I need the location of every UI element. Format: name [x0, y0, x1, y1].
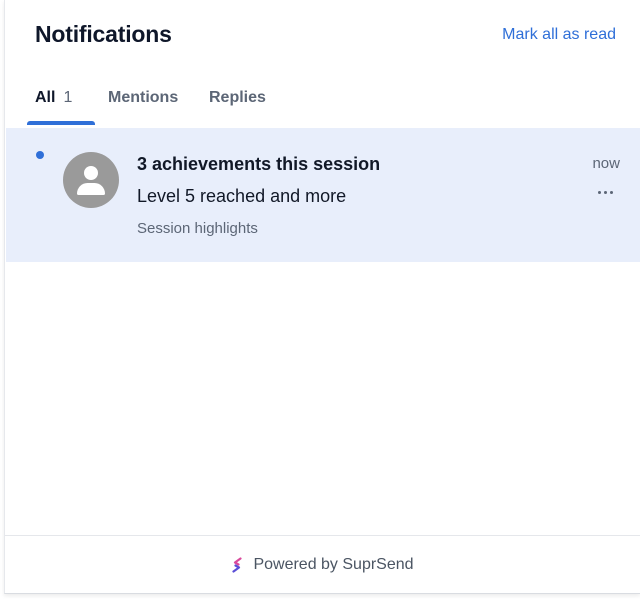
powered-by-label[interactable]: Powered by SuprSend	[253, 556, 413, 574]
tab-mentions[interactable]: Mentions	[108, 89, 209, 125]
active-tab-indicator	[27, 121, 95, 125]
avatar-body-shape	[77, 183, 105, 195]
unread-indicator-icon	[36, 151, 44, 159]
panel-title: Notifications	[35, 21, 172, 47]
notification-timestamp: now	[592, 155, 620, 172]
more-horizontal-icon	[597, 190, 613, 194]
notification-item[interactable]: 3 achievements this session Level 5 reac…	[6, 128, 640, 262]
tab-replies-label: Replies	[209, 89, 266, 106]
tab-all[interactable]: All 1	[27, 89, 110, 125]
tab-replies[interactable]: Replies	[209, 89, 279, 125]
notification-panel: Notifications Mark all as read All 1 Ment…	[4, 0, 640, 594]
more-options-button[interactable]	[594, 184, 616, 200]
notification-body: Level 5 reached and more	[137, 186, 347, 206]
user-avatar-icon	[63, 152, 119, 208]
notification-title: 3 achievements this session	[137, 154, 381, 174]
notification-subtext: Session highlights	[137, 220, 258, 237]
tab-all-label: All	[35, 89, 56, 106]
tab-mentions-label: Mentions	[108, 89, 179, 106]
footer: Powered by SuprSend	[5, 536, 640, 593]
tab-bar: All 1 Mentions Replies	[27, 89, 279, 125]
avatar-head-shape	[84, 166, 98, 180]
mark-all-read-button[interactable]: Mark all as read	[502, 26, 616, 44]
tab-all-count: 1	[63, 89, 73, 106]
suprsend-logo-icon	[232, 556, 243, 573]
